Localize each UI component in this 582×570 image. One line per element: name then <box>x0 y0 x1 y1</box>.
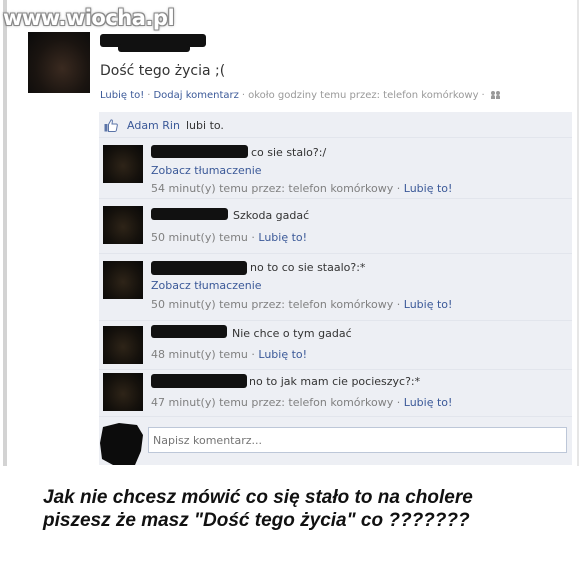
comment-item: co sie stalo?:/ Zobacz tłumaczenie 54 mi… <box>99 139 572 199</box>
meme-caption: Jak nie chcesz mówić co się stało to na … <box>43 486 473 532</box>
write-comment-row <box>99 417 572 465</box>
comment-like-link[interactable]: Lubię to! <box>404 298 453 311</box>
comment-item: no to jak mam cie pocieszyc?:* 47 minut(… <box>99 371 572 417</box>
comment-time: 50 minut(y) temu przez: telefon komórkow… <box>151 298 394 311</box>
censored-commenter-name <box>151 374 247 388</box>
watermark-logo: www.wiocha.pl <box>3 6 175 30</box>
liker-name-link[interactable]: Adam Rin <box>127 119 180 132</box>
commenter-avatar[interactable] <box>103 326 143 364</box>
post-actions: Lubię to! · Dodaj komentarz · około godziny … <box>100 90 501 101</box>
caption-line-1: Jak nie chcesz mówić co się stało to na … <box>43 487 473 508</box>
poster-avatar[interactable] <box>28 32 90 93</box>
facebook-post-screenshot: www.wiocha.pl Dość tego życia ;( Lubię t… <box>0 0 582 466</box>
censored-commenter-name <box>151 208 228 220</box>
comment-meta: 47 minut(y) temu przez: telefon komórkow… <box>151 396 453 409</box>
likes-text: lubi to. <box>186 119 224 132</box>
comment-time: 48 minut(y) temu <box>151 348 248 361</box>
comment-like-link[interactable]: Lubię to! <box>404 182 453 195</box>
comment-text: no to jak mam cie pocieszyc?:* <box>249 375 421 388</box>
see-translation-link[interactable]: Zobacz tłumaczenie <box>151 164 262 177</box>
commenter-avatar[interactable] <box>103 206 143 244</box>
comment-item: Nie chce o tym gadać 48 minut(y) temu · … <box>99 322 572 370</box>
likes-row: Adam Rin lubi to. <box>99 112 572 138</box>
censored-commenter-name <box>151 325 227 338</box>
comment-item: no to co sie staalo?:* Zobacz tłumaczeni… <box>99 255 572 321</box>
comment-meta: 54 minut(y) temu przez: telefon komórkow… <box>151 182 453 195</box>
comment-like-link[interactable]: Lubię to! <box>258 231 307 244</box>
comment-text: co sie stalo?:/ <box>251 146 327 159</box>
censored-commenter-name <box>151 145 248 158</box>
right-border <box>577 0 579 466</box>
comment-like-link[interactable]: Lubię to! <box>404 396 453 409</box>
comment-text: no to co sie staalo?:* <box>250 261 366 274</box>
censored-commenter-name <box>151 261 247 275</box>
comment-item: Szkoda gadać 50 minut(y) temu · Lubię to… <box>99 200 572 254</box>
commenter-avatar[interactable] <box>103 145 143 183</box>
comment-meta: 50 minut(y) temu · Lubię to! <box>151 231 308 244</box>
comment-text: Szkoda gadać <box>233 209 310 222</box>
comment-input[interactable] <box>148 427 567 453</box>
comment-time: 54 minut(y) temu przez: telefon komórkow… <box>151 182 394 195</box>
status-message: Dość tego życia ;( <box>100 63 226 79</box>
comment-text: Nie chce o tym gadać <box>232 327 352 340</box>
post-meta: około godziny temu przez: telefon komórk… <box>248 90 479 101</box>
censored-poster-name-tail <box>118 44 190 52</box>
thumbs-up-icon <box>104 119 118 132</box>
post-like-link[interactable]: Lubię to! <box>100 90 144 101</box>
comment-meta: 48 minut(y) temu · Lubię to! <box>151 348 308 361</box>
comment-time: 47 minut(y) temu przez: telefon komórkow… <box>151 396 394 409</box>
commenter-avatar[interactable] <box>103 261 143 299</box>
commenter-avatar[interactable] <box>103 373 143 411</box>
caption-line-2: piszesz że masz "Dość tego życia" co ???… <box>43 510 470 531</box>
comments-section: Adam Rin lubi to. co sie stalo?:/ Zobacz… <box>99 112 572 465</box>
comment-meta: 50 minut(y) temu przez: telefon komórkow… <box>151 298 453 311</box>
comment-time: 50 minut(y) temu <box>151 231 248 244</box>
comment-like-link[interactable]: Lubię to! <box>258 348 307 361</box>
see-translation-link[interactable]: Zobacz tłumaczenie <box>151 279 262 292</box>
own-avatar-censored <box>100 423 143 465</box>
left-border <box>3 0 7 466</box>
audience-friends-icon[interactable] <box>490 91 501 99</box>
add-comment-link[interactable]: Dodaj komentarz <box>153 90 238 101</box>
